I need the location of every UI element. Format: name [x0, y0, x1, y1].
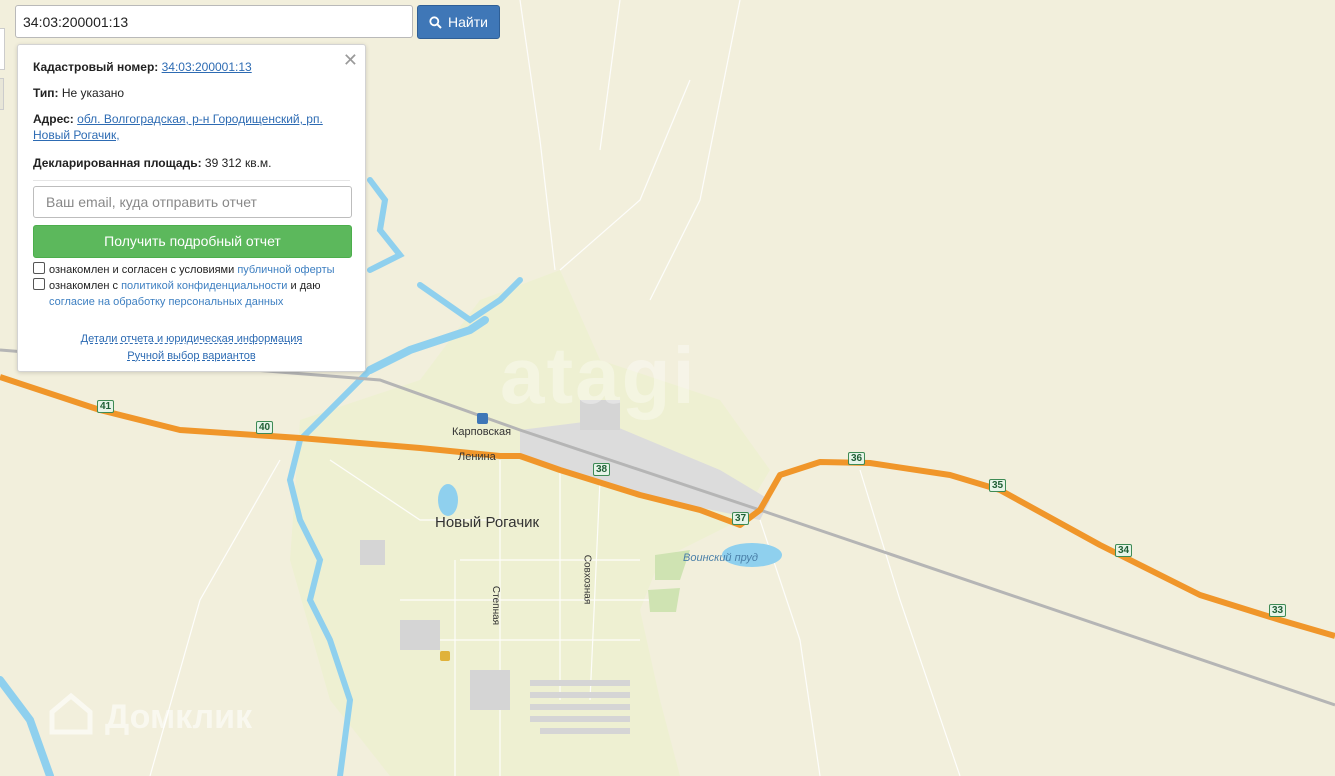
cadastral-number-link[interactable]: 34:03:200001:13 [162, 60, 252, 74]
domclick-logo-icon [49, 692, 93, 735]
km-marker: 38 [593, 463, 611, 476]
green-patch [648, 588, 680, 612]
consent-privacy-text-a: ознакомлен с [49, 280, 119, 292]
street-label-sovkhoznaya: Совхозная [581, 554, 593, 605]
popup-divider [33, 180, 350, 181]
museum-icon [440, 651, 450, 661]
km-marker: 40 [256, 421, 274, 434]
consent-privacy-row: ознакомлен с политикой конфиденциальност… [33, 278, 353, 310]
address-link-line1[interactable]: обл. Волгоградская, р-н Городищенский, р… [77, 112, 323, 126]
manual-selection-link[interactable]: Ручной выбор вариантов [18, 350, 365, 362]
km-marker: 41 [97, 400, 115, 413]
area-label: Декларированная площадь: [33, 156, 202, 170]
type-label: Тип: [33, 86, 59, 100]
area-row: Декларированная площадь: 39 312 кв.м. [33, 155, 272, 171]
cian-watermark: atagi [500, 331, 697, 420]
km-marker: 36 [848, 452, 866, 465]
type-row: Тип: Не указано [33, 85, 124, 101]
km-marker: 37 [732, 512, 750, 525]
km-marker: 33 [1269, 604, 1287, 617]
street-label-lenina: Ленина [458, 451, 496, 463]
domclick-watermark: Домклик [105, 698, 253, 736]
consent-offer-checkbox[interactable] [33, 262, 45, 274]
email-field[interactable] [33, 186, 352, 218]
town-label: Новый Рогачик [435, 514, 540, 531]
consent-privacy-text-b: и даю [290, 280, 321, 292]
pond-label: Воинский пруд [683, 552, 758, 564]
cadastral-info-popup: ✕ Кадастровый номер: 34:03:200001:13 Тип… [17, 44, 366, 372]
type-value: Не указано [61, 86, 125, 100]
layer-control-edge[interactable] [0, 78, 4, 110]
privacy-policy-link[interactable]: политикой конфиденциальности [121, 280, 287, 292]
cadastral-number-row: Кадастровый номер: 34:03:200001:13 [33, 59, 252, 75]
km-marker: 35 [989, 479, 1007, 492]
area-value: 39 312 кв.м. [204, 156, 272, 170]
zoom-control-edge[interactable] [0, 28, 5, 70]
consent-privacy-checkbox[interactable] [33, 278, 45, 290]
search-button-label: Найти [448, 14, 488, 30]
consent-offer-row: ознакомлен и согласен с условиями публич… [33, 262, 335, 278]
close-icon[interactable]: ✕ [343, 51, 358, 69]
report-details-link[interactable]: Детали отчета и юридическая информация [18, 333, 365, 345]
address-label: Адрес: [33, 112, 74, 126]
address-link-line2[interactable]: Новый Рогачик, [33, 128, 120, 142]
station-icon [477, 413, 488, 424]
street-label-stepnaya: Степная [490, 585, 502, 626]
personal-data-consent-link[interactable]: согласие на обработку персональных данны… [49, 296, 283, 308]
address-row: Адрес: обл. Волгоградская, р-н Городищен… [33, 111, 343, 143]
search-icon [429, 15, 442, 29]
lake-shape [438, 484, 458, 516]
cadastral-number-label: Кадастровый номер: [33, 60, 159, 74]
consent-offer-text: ознакомлен и согласен с условиями [49, 264, 235, 276]
get-report-button[interactable]: Получить подробный отчет [33, 225, 352, 258]
cadastral-search-input[interactable] [15, 5, 413, 38]
search-button[interactable]: Найти [417, 5, 500, 39]
km-marker: 34 [1115, 544, 1133, 557]
station-label: Карповская [452, 426, 512, 438]
public-offer-link[interactable]: публичной оферты [237, 264, 334, 276]
